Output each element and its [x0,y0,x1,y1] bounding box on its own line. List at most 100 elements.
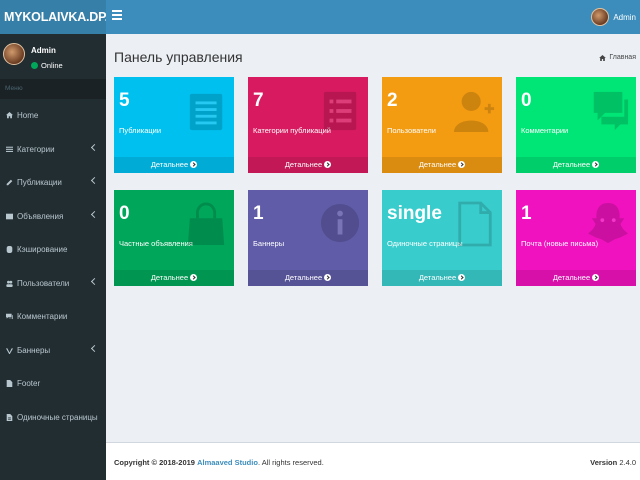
sidebar-item-label: Одиночные страницы [17,412,98,422]
sidebar-item-0[interactable]: Home [0,99,106,133]
sidebar-item-label: Объявления [17,211,64,221]
page-footer: Copyright © 2018-2019 Almaaved Studio. A… [106,442,640,480]
more-info-label: Детальнее [284,160,323,169]
more-info-link[interactable]: Детальнее [382,157,502,173]
more-info-link[interactable]: Детальнее [248,270,368,286]
more-info-label: Детальнее [150,160,189,169]
version-label: Version [590,458,618,467]
sidebar-item-label: Footer [17,379,41,389]
stat-box: 1 Баннеры Детальнее [248,190,368,286]
menu-header: Меню [0,79,106,99]
stat-label: Пользователи [387,126,436,135]
sidebar-item-label: Категории [17,144,55,154]
sidebar-item-label: Home [17,111,39,121]
stat-value: single [387,203,442,224]
home-icon [599,54,607,61]
stat-label: Почта (новые письма) [521,239,599,248]
sidebar-item-label: Кэширование [17,245,68,255]
stat-value: 7 [253,90,264,111]
stat-label: Частные объявления [119,239,193,248]
comments-icon [6,313,13,320]
arrow-circle-right-icon [190,274,198,281]
arrow-circle-right-icon [458,274,466,281]
sidebar-item-8[interactable]: Footer [0,367,106,401]
sidebar-item-label: Публикации [17,178,62,188]
more-info-label: Детальнее [284,273,323,282]
arrow-circle-right-icon [324,161,332,168]
sidebar-toggle-icon[interactable] [112,10,122,22]
sidebar-item-1[interactable]: Категории [0,133,106,167]
sidebar-item-3[interactable]: Объявления [0,200,106,234]
more-info-link[interactable]: Детальнее [248,157,368,173]
list-icon [6,146,13,152]
arrow-circle-right-icon [592,274,600,281]
top-navbar: Admin [106,0,640,34]
stat-box: 0 Комментарии Детальнее [516,77,636,173]
newspaper-icon [6,213,13,220]
more-info-link[interactable]: Детальнее [382,270,502,286]
breadcrumb-home: Главная [609,54,636,61]
copyright-text: Copyright © 2018-2019 [114,458,195,467]
sidebar-item-6[interactable]: Комментарии [0,300,106,334]
app-logo[interactable]: MYKOLAIVKA.DP.UA [0,0,106,34]
sidebar-item-label: Пользователи [17,278,70,288]
more-info-label: Детальнее [552,273,591,282]
online-dot-icon [31,62,38,69]
stat-box: 7 Категории публикаций Детальнее [248,77,368,173]
sidebar-item-2[interactable]: Публикации [0,166,106,200]
more-info-link[interactable]: Детальнее [516,157,636,173]
version: Version 2.4.0 [590,458,636,467]
sidebar-user-name: Admin [31,46,56,55]
avatar [3,43,25,65]
shopping-bag-icon [187,202,225,245]
studio-link[interactable]: Almaaved Studio [197,458,258,467]
chevron-left-icon [90,344,99,352]
stat-box: single Одиночные страницы Детальнее [382,190,502,286]
sidebar-item-4[interactable]: Кэширование [0,233,106,267]
user-panel: Admin Online [0,34,106,79]
arrow-circle-right-icon [458,161,466,168]
arrow-circle-right-icon [324,274,332,281]
sidebar-item-9[interactable]: Одиночные страницы [0,401,106,435]
sidebar-item-label: Комментарии [17,312,68,322]
stat-label: Баннеры [253,239,285,248]
stat-box: 0 Частные объявления Детальнее [114,190,234,286]
database-icon [6,246,13,254]
online-status: Online [31,61,63,70]
more-info-label: Детальнее [552,160,591,169]
copyright: Copyright © 2018-2019 Almaaved Studio. A… [114,458,324,467]
stat-label: Публикации [119,126,162,135]
stat-value: 2 [387,90,398,111]
document-icon [189,93,223,131]
file-icon [6,380,13,388]
sidebar-item-7[interactable]: Баннеры [0,334,106,368]
more-info-link[interactable]: Детальнее [516,270,636,286]
sidebar-item-label: Баннеры [17,345,51,355]
breadcrumb[interactable]: Главная [599,54,636,61]
more-info-link[interactable]: Детальнее [114,157,234,173]
stat-value: 0 [521,90,532,111]
stat-label: Одиночные страницы [387,239,463,248]
more-info-label: Детальнее [418,160,457,169]
vimeo-icon [6,348,13,354]
chat-icon [593,91,629,131]
home-icon [6,112,13,119]
more-info-label: Детальнее [150,273,189,282]
user-name: Admin [613,12,636,22]
stat-box: 2 Пользователи Детальнее [382,77,502,173]
stat-value: 1 [521,203,532,224]
sidebar-item-5[interactable]: Пользователи [0,267,106,301]
chevron-left-icon [90,277,99,285]
sidebar-menu: Home Категории Публикации Объявления Кэширов… [0,99,106,434]
stat-value: 1 [253,203,264,224]
user-add-icon [454,91,495,132]
more-info-link[interactable]: Детальнее [114,270,234,286]
info-icon [320,203,360,243]
user-menu[interactable]: Admin [591,6,636,28]
stat-value: 0 [119,203,130,224]
page-title: Панель управления [114,49,243,65]
file-text-icon [6,413,13,421]
snapchat-icon [588,203,629,244]
stat-box: 1 Почта (новые письма) Детальнее [516,190,636,286]
arrow-circle-right-icon [190,161,198,168]
